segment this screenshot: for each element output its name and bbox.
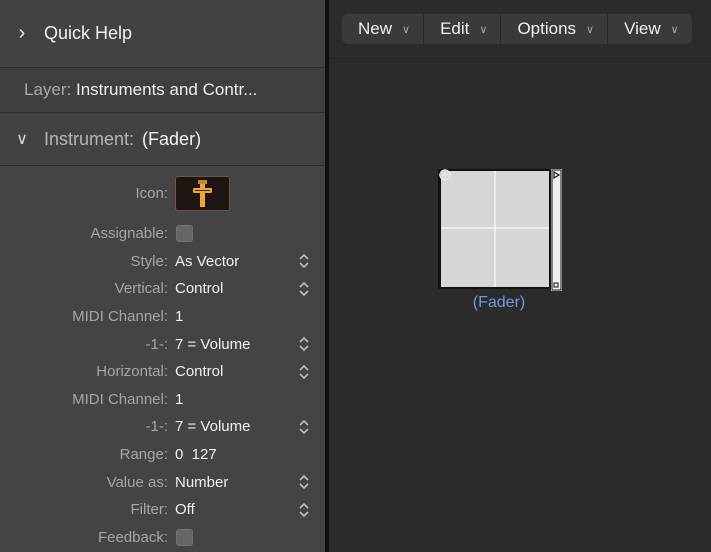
options-menu-label: Options [517, 19, 577, 38]
style-value[interactable]: As Vector [175, 253, 239, 270]
instrument-header[interactable]: ∨ Instrument: (Fader) [0, 113, 325, 166]
midi-channel-label: MIDI Channel: [72, 308, 168, 326]
stepper-icon[interactable] [298, 418, 310, 436]
horizontal-row[interactable]: Horizontal: Control [0, 358, 325, 386]
chevron-down-icon: ∨ [670, 23, 679, 36]
midi-channel-label: MIDI Channel: [72, 390, 168, 408]
quick-help-label: Quick Help [44, 23, 133, 43]
instrument-name[interactable]: (Fader) [142, 129, 201, 150]
assignable-label: Assignable: [90, 225, 168, 243]
layer-key: Layer: [24, 80, 72, 99]
feedback-label: Feedback: [97, 528, 168, 546]
view-menu[interactable]: View ∨ [608, 14, 692, 44]
range-value[interactable]: 0 127 [175, 446, 217, 463]
value-as-value[interactable]: Number [175, 474, 228, 491]
instrument-key: Instrument: [44, 128, 135, 149]
layer-row[interactable]: Layer: Instruments and Contr... [0, 68, 325, 113]
range-label: Range: [119, 446, 168, 464]
filter-label: Filter: [130, 501, 169, 519]
new-menu[interactable]: New ∨ [342, 14, 425, 44]
controller-row[interactable]: -1-: 7 = Volume [0, 413, 325, 441]
new-menu-label: New [358, 19, 393, 38]
midi-channel-value[interactable]: 1 [175, 308, 183, 325]
inspector-panel: › Quick Help Layer: Instruments and Cont… [0, 0, 325, 552]
quick-help-header[interactable]: › Quick Help [0, 0, 325, 68]
value-as-row[interactable]: Value as: Number [0, 468, 325, 496]
chevron-down-icon: ∨ [402, 23, 411, 36]
filter-value[interactable]: Off [175, 501, 195, 518]
feedback-row: Feedback: [0, 524, 325, 552]
icon-label: Icon: [135, 185, 168, 202]
style-label: Style: [130, 252, 168, 270]
stepper-icon[interactable] [298, 363, 310, 381]
menu-bar-group: New ∨ Edit ∨ Options ∨ View ∨ [342, 14, 692, 44]
chevron-down-icon: ∨ [479, 23, 488, 36]
feedback-checkbox[interactable] [176, 528, 193, 546]
edit-menu-label: Edit [440, 19, 470, 38]
fader-object-label[interactable]: (Fader) [438, 294, 560, 312]
controller-value[interactable]: 7 = Volume [175, 418, 250, 435]
environment-window: New ∨ Edit ∨ Options ∨ View ∨ (Fader) [329, 0, 711, 552]
instrument-properties: Icon: Assignable: Style: As Vector Verti… [0, 167, 325, 552]
filter-row[interactable]: Filter: Off [0, 496, 325, 524]
chevron-down-icon[interactable]: ∨ [0, 129, 44, 149]
style-row[interactable]: Style: As Vector [0, 248, 325, 276]
controller-row[interactable]: -1-: 7 = Volume [0, 330, 325, 358]
range-row[interactable]: Range: 0 127 [0, 441, 325, 469]
midi-channel-value[interactable]: 1 [175, 391, 183, 408]
edit-menu[interactable]: Edit ∨ [424, 14, 502, 44]
vertical-label: Vertical: [114, 280, 168, 298]
layer-value[interactable]: Instruments and Contr... [76, 80, 257, 100]
assignable-row: Assignable: [0, 220, 325, 248]
fader-object[interactable] [438, 169, 562, 291]
controller-value[interactable]: 7 = Volume [175, 336, 250, 353]
environment-canvas[interactable]: (Fader) [329, 59, 711, 552]
fader-icon[interactable] [175, 176, 230, 211]
stepper-icon[interactable] [298, 280, 310, 298]
chevron-down-icon: ∨ [586, 23, 595, 36]
controller-label: -1-: [145, 418, 169, 436]
stepper-icon[interactable] [298, 501, 310, 519]
toolbar: New ∨ Edit ∨ Options ∨ View ∨ [329, 0, 711, 59]
options-menu[interactable]: Options ∨ [501, 14, 609, 44]
stepper-icon[interactable] [298, 252, 310, 270]
midi-channel-row[interactable]: MIDI Channel: 1 [0, 386, 325, 414]
horizontal-label: Horizontal: [96, 363, 168, 381]
stepper-icon[interactable] [298, 335, 310, 353]
midi-channel-row[interactable]: MIDI Channel: 1 [0, 303, 325, 331]
icon-row: Icon: [0, 167, 325, 220]
chevron-right-icon[interactable]: › [0, 22, 44, 45]
value-as-label: Value as: [106, 473, 168, 491]
vertical-row[interactable]: Vertical: Control [0, 275, 325, 303]
assignable-checkbox[interactable] [176, 225, 193, 243]
horizontal-value[interactable]: Control [175, 363, 223, 380]
vertical-value[interactable]: Control [175, 280, 223, 297]
stepper-icon[interactable] [298, 473, 310, 491]
controller-label: -1-: [145, 335, 169, 353]
view-menu-label: View [624, 19, 661, 38]
